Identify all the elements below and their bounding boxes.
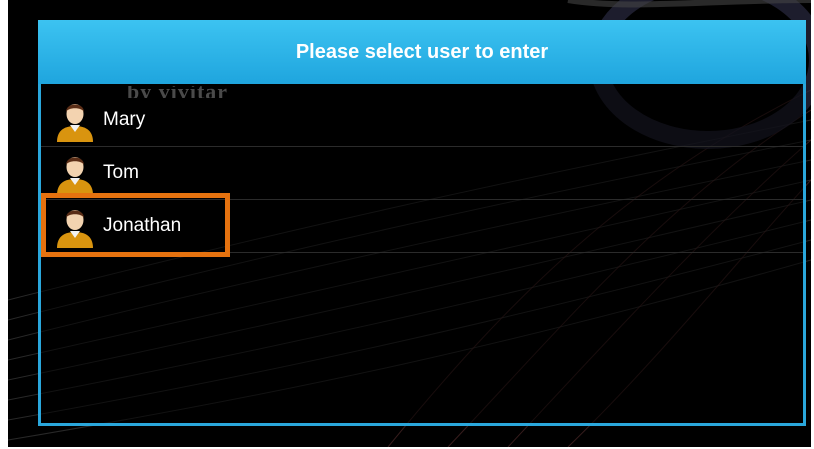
selection-highlight-box [41,193,230,257]
dialog-header: Please select user to enter [38,20,806,84]
user-avatar-icon [57,104,93,142]
user-name: Tom [103,162,139,183]
user-name: Mary [103,109,146,130]
user-row-mary[interactable]: Mary [41,94,803,147]
user-avatar-icon [57,157,93,195]
dialog-title: Please select user to enter [295,40,549,63]
